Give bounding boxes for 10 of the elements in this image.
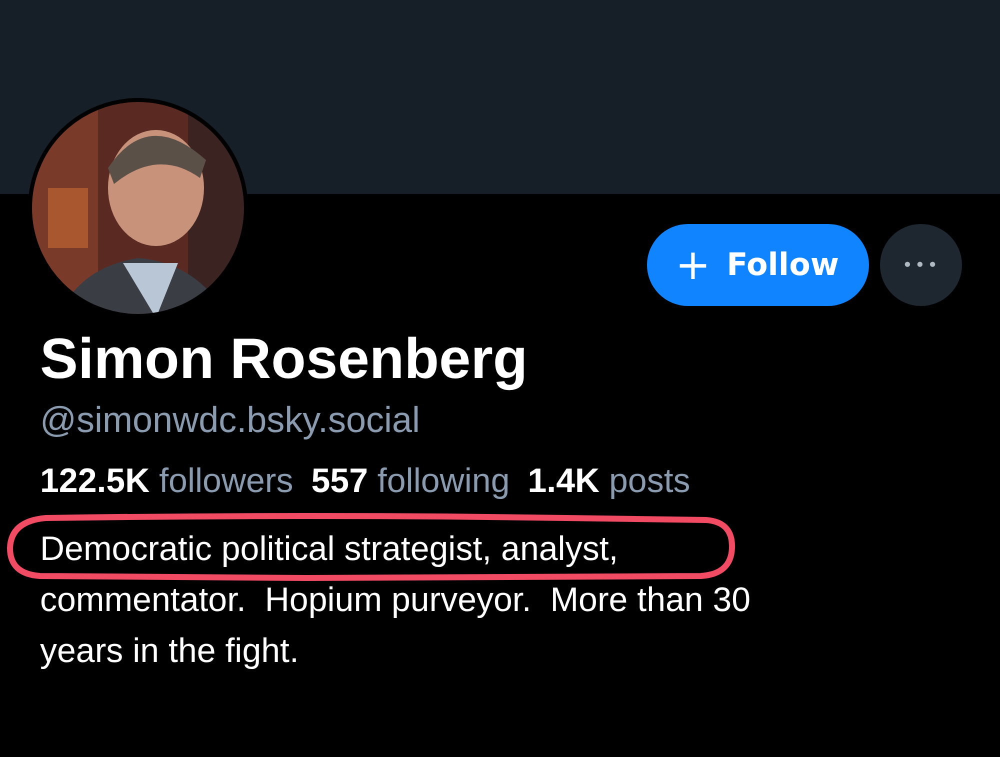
stat-link[interactable]: 557 following: [311, 456, 510, 506]
bio-text: commentator. Hopium purveyor. More than 30: [40, 580, 751, 620]
stat-link[interactable]: 122.5K followers: [40, 456, 294, 506]
more-button[interactable]: •••: [880, 224, 962, 306]
follow-button[interactable]: + Follow: [647, 224, 869, 306]
profile-name: Simon Rosenberg: [40, 326, 529, 393]
profile-handle: @simonwdc.bsky.social: [40, 398, 421, 442]
bio-text: years in the fight.: [40, 631, 299, 671]
bio-text: Democratic political strategist, analyst,: [40, 529, 618, 569]
stat-link[interactable]: 1.4K posts: [528, 456, 690, 506]
